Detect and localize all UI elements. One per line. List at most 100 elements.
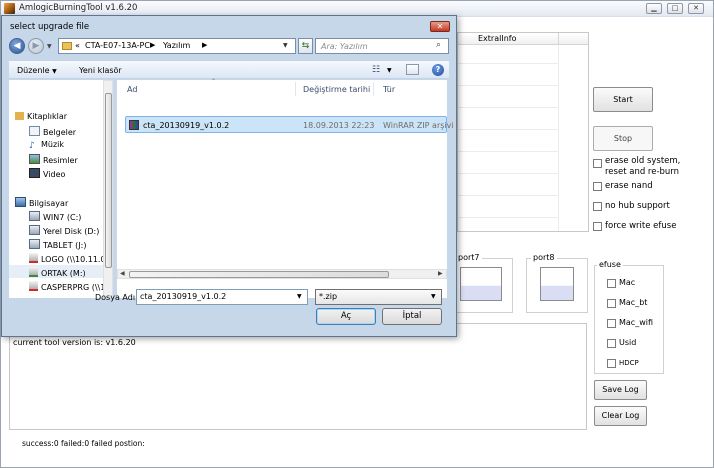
library-icon (15, 112, 24, 120)
refresh-icon[interactable]: ⇆ (298, 38, 313, 54)
nav-pictures-label: Resimler (43, 156, 78, 165)
nav-drive-d-label: Yerel Disk (D:) (43, 227, 100, 236)
nav-libraries[interactable]: Kitaplıklar (15, 112, 67, 121)
minimize-button[interactable]: ▁ (646, 3, 662, 14)
filter-dropdown-icon[interactable]: ▼ (431, 293, 436, 300)
mac-checkbox[interactable] (607, 279, 616, 288)
filter-value: *.zip (319, 292, 338, 301)
organize-label: Düzenle (17, 66, 50, 75)
nav-drive-logo[interactable]: LOGO (\\10.11.0. (29, 253, 108, 264)
recent-pages-dropdown[interactable]: ▼ (47, 43, 52, 50)
breadcrumb-overflow[interactable]: « (75, 41, 80, 50)
column-header-modified[interactable]: Değiştirme tarihi (303, 85, 370, 94)
dialog-toolbar: Düzenle ▼ Yeni klasör ☷ ▼ ? (9, 60, 449, 79)
column-divider (295, 82, 296, 96)
maximize-button[interactable]: □ (667, 3, 683, 14)
view-options-icon[interactable]: ☷ (372, 65, 380, 75)
erase-nand-checkbox[interactable] (593, 182, 602, 191)
no-hub-support-checkbox[interactable] (593, 202, 602, 211)
usid-label: Usid (619, 338, 637, 347)
nav-drive-c-label: WIN7 (C:) (43, 213, 82, 222)
filename-input[interactable]: cta_20130919_v1.0.2 ▼ (136, 289, 308, 305)
navigation-scrollbar[interactable] (103, 80, 113, 298)
column-header-name[interactable]: Ad (127, 85, 137, 94)
mac-wifi-checkbox[interactable] (607, 319, 616, 328)
column-header-type[interactable]: Tür (383, 85, 395, 94)
file-modified: 18.09.2013 22:23 (303, 121, 375, 130)
file-list: ⌃ Ad Değiştirme tarihi Tür cta_20130919_… (117, 78, 454, 298)
documents-icon (29, 126, 40, 136)
nav-video[interactable]: Video (29, 168, 65, 179)
file-dialog: select upgrade file ✕ ◀ ▶ ▼ « CTA-E07-13… (1, 15, 457, 337)
nav-pictures[interactable]: Resimler (29, 154, 78, 165)
new-folder-button[interactable]: Yeni klasör (79, 66, 122, 75)
file-list-hscrollbar[interactable]: ◀ ▶ (117, 269, 447, 279)
breadcrumb-folder[interactable]: Yazılım (163, 41, 190, 50)
row-line (458, 63, 558, 64)
nav-documents-label: Belgeler (43, 128, 77, 137)
no-hub-support-label: no hub support (605, 201, 670, 211)
nav-drive-casper[interactable]: CASPERPRG (\\1( (29, 281, 108, 292)
table-header: ExtralInfo (458, 33, 588, 45)
forward-button[interactable]: ▶ (28, 38, 44, 54)
erase-old-system-checkbox[interactable] (593, 159, 602, 168)
port8-indicator (540, 267, 574, 301)
row-line (458, 217, 558, 218)
filename-value: cta_20130919_v1.0.2 (140, 292, 227, 301)
clear-log-button[interactable]: Clear Log (594, 406, 647, 426)
usid-checkbox[interactable] (607, 339, 616, 348)
nav-drive-d[interactable]: Yerel Disk (D:) (29, 225, 99, 236)
row-line (458, 151, 558, 152)
hdcp-label: HDCP (619, 359, 639, 367)
dialog-title: select upgrade file (10, 22, 90, 32)
nav-computer[interactable]: Bilgisayar (15, 197, 68, 208)
force-write-efuse-label: force write efuse (605, 221, 677, 231)
port8-label: port8 (531, 253, 557, 262)
open-button[interactable]: Aç (316, 308, 376, 325)
column-divider (558, 33, 559, 45)
filename-dropdown-icon[interactable]: ▼ (297, 293, 302, 300)
close-button[interactable]: ✕ (688, 3, 704, 14)
nav-drive-m-label: ORTAK (M:) (41, 269, 86, 278)
start-button[interactable]: Start (593, 87, 653, 112)
computer-icon (15, 197, 26, 207)
scrollbar-thumb[interactable] (129, 271, 389, 278)
app-icon (4, 3, 15, 14)
cancel-button[interactable]: İptal (382, 308, 442, 325)
nav-drive-m[interactable]: ORTAK (M:) (29, 267, 86, 278)
address-bar[interactable]: « CTA-E07-13A-PC ▶ Yazılım ▶ ▼ (58, 38, 296, 54)
winrar-archive-icon (129, 120, 139, 130)
nav-drive-logo-label: LOGO (\\10.11.0. (41, 255, 109, 264)
nav-drive-c[interactable]: WIN7 (C:) (29, 211, 81, 222)
scroll-left-icon[interactable]: ◀ (120, 270, 125, 277)
mac-bt-checkbox[interactable] (607, 299, 616, 308)
search-placeholder: Ara: Yazılım (321, 42, 368, 51)
filename-label: Dosya Adı: (95, 293, 138, 302)
folder-icon (62, 42, 72, 50)
breadcrumb-pc[interactable]: CTA-E07-13A-PC (85, 41, 150, 50)
force-write-efuse-checkbox[interactable] (593, 222, 602, 231)
address-dropdown-icon[interactable]: ▼ (283, 42, 288, 49)
stop-button[interactable]: Stop (593, 126, 653, 151)
efuse-group: efuse Mac Mac_bt Mac_wifi Usid HDCP (594, 260, 664, 374)
nav-music[interactable]: ♪ Müzik (29, 140, 64, 151)
search-input[interactable]: Ara: Yazılım ⌕ (315, 38, 449, 54)
view-dropdown-icon[interactable]: ▼ (387, 67, 392, 74)
log-area[interactable]: current tool version is: v1.6.20 (9, 323, 587, 430)
organize-menu[interactable]: Düzenle ▼ (17, 66, 57, 75)
hdcp-checkbox[interactable] (607, 359, 616, 368)
file-type-filter[interactable]: *.zip ▼ (315, 289, 442, 305)
dialog-close-button[interactable]: ✕ (430, 21, 450, 32)
nav-drive-j[interactable]: TABLET (J:) (29, 239, 86, 250)
back-button[interactable]: ◀ (9, 38, 25, 54)
nav-computer-label: Bilgisayar (29, 199, 69, 208)
scroll-right-icon[interactable]: ▶ (438, 270, 443, 277)
save-log-button[interactable]: Save Log (594, 380, 647, 400)
preview-pane-icon[interactable] (406, 64, 419, 75)
file-row[interactable]: cta_20130919_v1.0.2 18.09.2013 22:23 Win… (125, 116, 454, 133)
sort-indicator-icon: ⌃ (211, 78, 217, 85)
file-name: cta_20130919_v1.0.2 (143, 121, 230, 130)
help-icon[interactable]: ? (432, 64, 444, 76)
nav-documents[interactable]: Belgeler (29, 126, 76, 137)
scrollbar-thumb[interactable] (105, 93, 112, 268)
